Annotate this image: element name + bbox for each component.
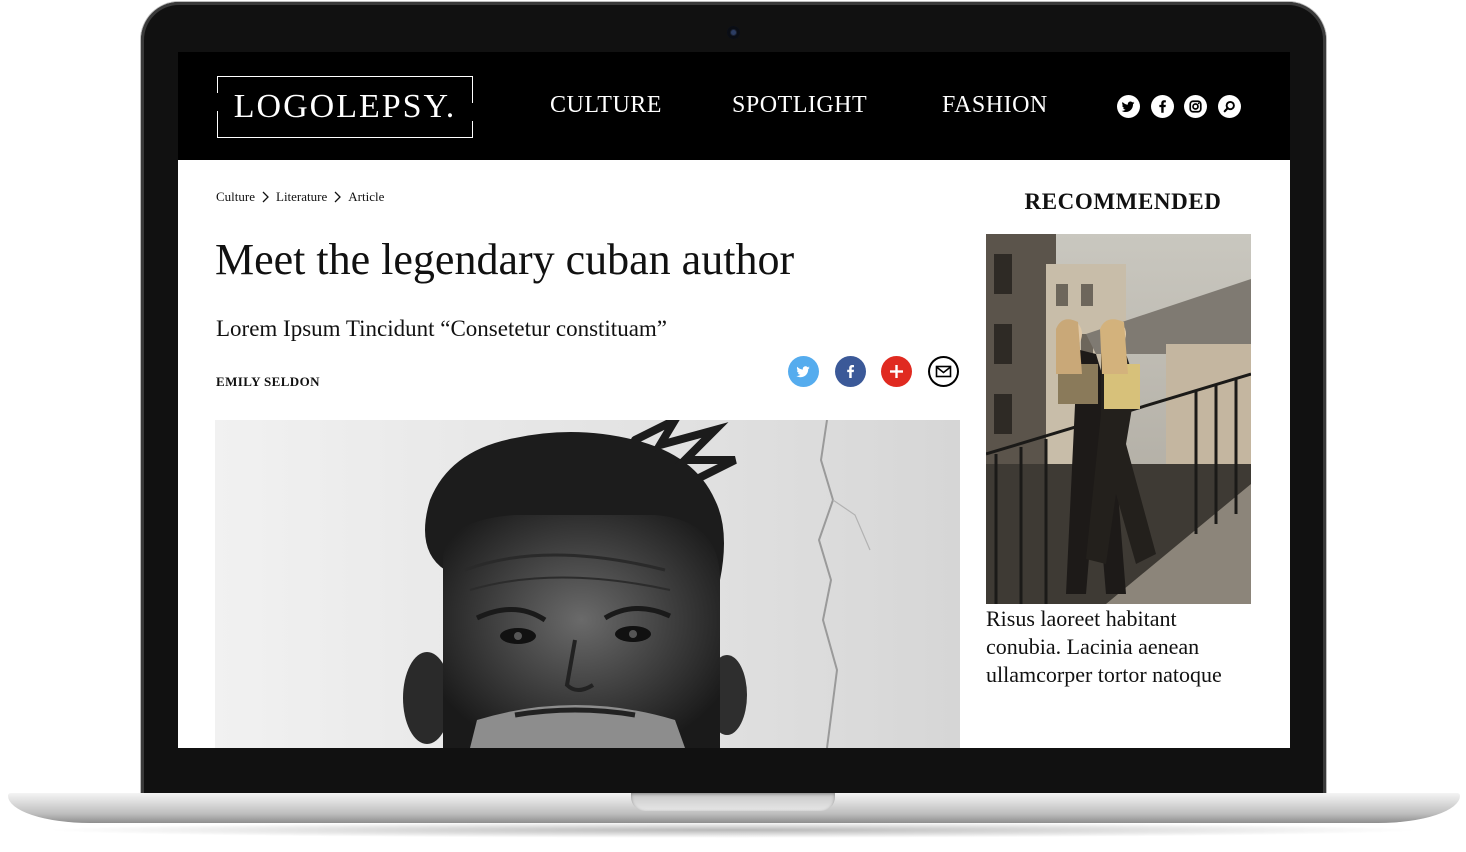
laptop-shadow [40,822,1426,838]
breadcrumb: Culture Literature Article [216,189,384,205]
search-icon[interactable] [1218,95,1241,118]
recommended-image[interactable] [986,234,1251,604]
chevron-right-icon [334,191,342,203]
article-author[interactable]: EMILY SELDON [216,374,320,390]
nav-fashion[interactable]: FASHION [942,92,1048,119]
site-header: LOGOLEPSY. CULTURE SPOTLIGHT FASHION [178,52,1290,160]
article-title: Meet the legendary cuban author [215,235,795,284]
share-mail-button[interactable] [928,356,959,387]
webcam [727,26,740,39]
recommended-heading: RECOMMENDED [1024,189,1222,214]
share-twitter-button[interactable] [788,356,819,387]
share-facebook-button[interactable] [835,356,866,387]
chevron-right-icon [262,191,269,203]
share-plus-button[interactable] [881,356,912,387]
hero-image [215,420,960,748]
breadcrumb-article[interactable]: Article [348,189,384,205]
site-logo[interactable]: LOGOLEPSY. [216,76,474,138]
breadcrumb-culture[interactable]: Culture [216,189,255,205]
nav-spotlight[interactable]: SPOTLIGHT [732,92,867,119]
nav-culture[interactable]: CULTURE [550,92,662,119]
laptop-notch [631,793,835,811]
twitter-icon[interactable] [1117,95,1140,118]
facebook-icon[interactable] [1151,95,1174,118]
article-subtitle: Lorem Ipsum Tincidunt “Consetetur consti… [216,316,668,341]
instagram-icon[interactable] [1184,95,1207,118]
breadcrumb-literature[interactable]: Literature [276,189,327,205]
website-screen: LOGOLEPSY. CULTURE SPOTLIGHT FASHION Cul… [178,52,1290,748]
recommended-article-text[interactable]: Risus laoreet habitant conubia. Lacinia … [986,605,1256,689]
